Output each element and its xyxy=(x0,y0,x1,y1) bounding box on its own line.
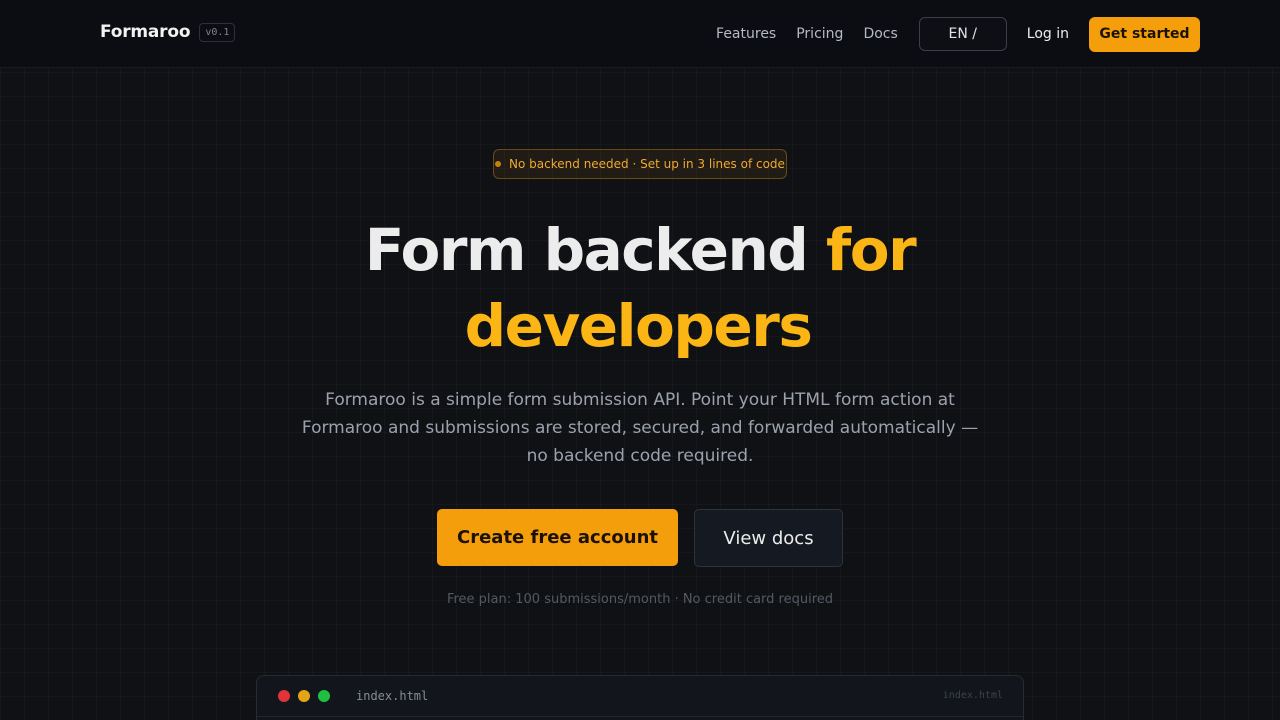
login-link[interactable]: Log in xyxy=(1027,26,1069,42)
hero-title-accent-developers: developers xyxy=(464,292,813,360)
view-docs-button[interactable]: View docs xyxy=(694,509,843,567)
hero-badge: No backend needed · Set up in 3 lines of… xyxy=(493,149,787,179)
code-file-name: index.html xyxy=(356,689,429,703)
window-close-dot-icon xyxy=(278,690,290,702)
brand[interactable]: Formaroo v0.1 xyxy=(100,22,236,42)
window-minimize-dot-icon xyxy=(298,690,310,702)
nav-link-docs[interactable]: Docs xyxy=(863,26,897,42)
top-navigation-bar: Formaroo v0.1 Features Pricing Docs EN /… xyxy=(0,0,1280,68)
free-plan-note: Free plan: 100 submissions/month · No cr… xyxy=(446,592,834,607)
brand-logo-text[interactable]: Formaroo xyxy=(100,22,191,42)
code-preview-window: index.html index.html xyxy=(256,675,1024,720)
create-account-button[interactable]: Create free account xyxy=(437,509,678,566)
code-file-name-right: index.html xyxy=(942,690,1003,701)
status-dot-icon xyxy=(495,161,502,167)
version-badge: v0.1 xyxy=(199,22,236,42)
hero-title: Form backend for developers xyxy=(0,212,1280,364)
language-selector[interactable]: EN / xyxy=(918,17,1007,51)
main-nav: Features Pricing Docs EN / Log in Get st… xyxy=(716,16,1200,52)
nav-link-pricing[interactable]: Pricing xyxy=(796,26,843,42)
hero-title-part1: Form backend xyxy=(364,216,827,284)
hero-subtitle: Formaroo is a simple form submission API… xyxy=(301,390,979,466)
get-started-button[interactable]: Get started xyxy=(1089,16,1200,52)
hero-cta-row: Create free account View docs xyxy=(437,509,843,567)
window-maximize-dot-icon xyxy=(318,690,330,702)
nav-link-features[interactable]: Features xyxy=(716,26,776,42)
hero-title-accent-for: for xyxy=(826,216,917,284)
code-window-titlebar: index.html index.html xyxy=(257,676,1023,717)
hero-badge-text: No backend needed · Set up in 3 lines of… xyxy=(509,157,785,171)
